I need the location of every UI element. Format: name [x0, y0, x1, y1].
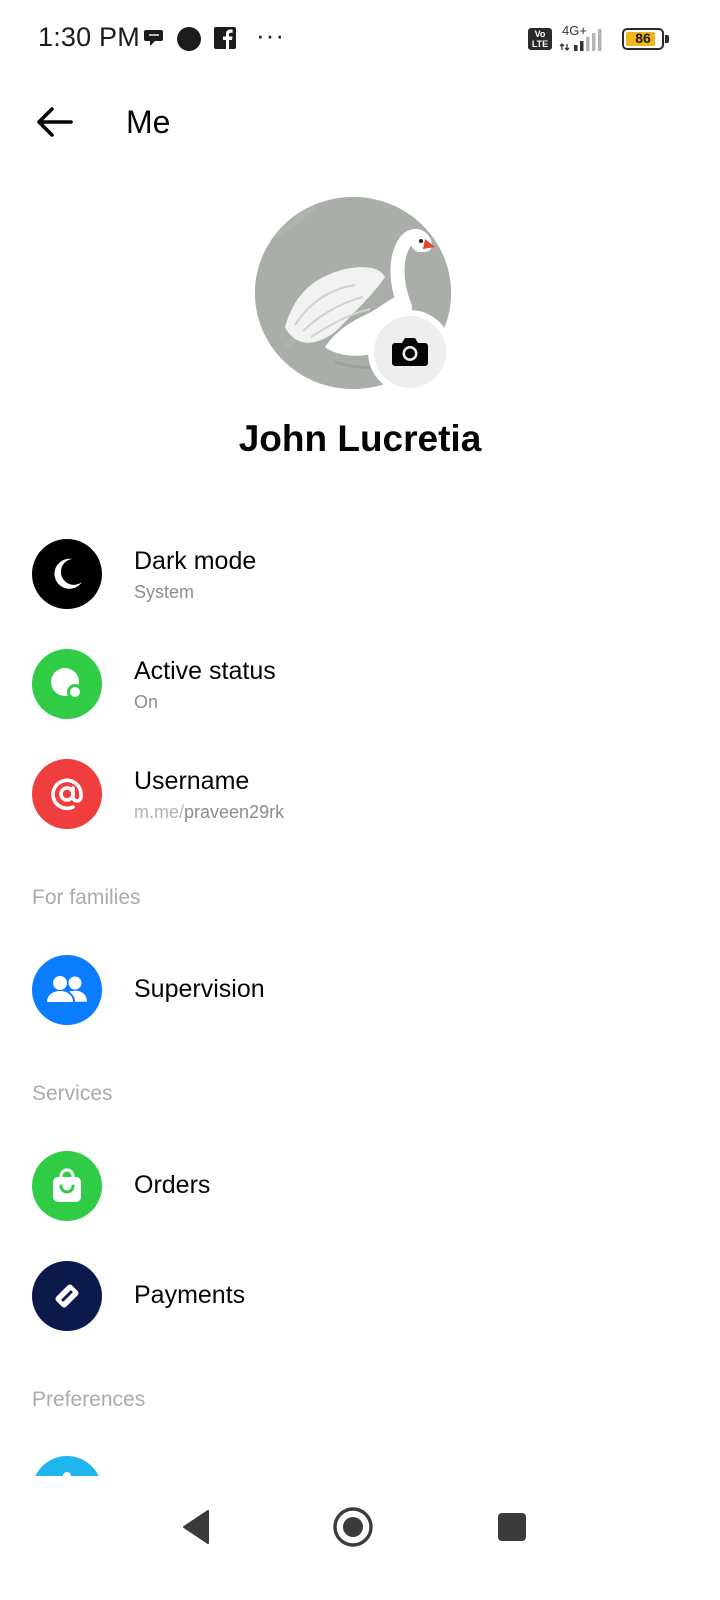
battery-label: 86 — [635, 30, 651, 46]
orders-row[interactable]: Orders — [0, 1136, 720, 1236]
nav-back-button[interactable] — [166, 1502, 226, 1552]
status-right-group: Vo LTE 4G+ 86 — [528, 22, 669, 56]
page-title: Me — [126, 104, 171, 140]
at-icon — [51, 778, 83, 811]
dark-mode-texts: Dark mode System — [134, 546, 256, 604]
volte-icon: Vo LTE — [528, 28, 552, 50]
status-bar: 1:30 PM ··· Vo LTE 4G+ 86 — [0, 0, 720, 78]
battery-icon: 86 — [622, 28, 669, 50]
section-header-preferences: Preferences — [32, 1388, 146, 1411]
back-button[interactable] — [30, 98, 80, 146]
username-value: m.me/praveen29rk — [134, 800, 284, 824]
active-status-icon — [51, 668, 83, 700]
profile-name: John Lucretia — [238, 418, 482, 459]
signal-icon: 4G+ — [558, 23, 612, 53]
payments-icon-circle — [32, 1261, 102, 1331]
section-header-services: Services — [32, 1082, 113, 1105]
payment-tag-icon — [55, 1284, 79, 1308]
username-prefix: m.me/ — [134, 802, 185, 822]
back-arrow-icon — [37, 107, 73, 137]
active-status-icon-circle — [32, 649, 102, 719]
payments-row[interactable]: Payments — [0, 1246, 720, 1346]
username-title: Username — [134, 767, 250, 795]
payments-texts: Payments — [134, 1280, 245, 1310]
username-handle: praveen29rk — [184, 802, 285, 822]
active-status-texts: Active status On — [134, 656, 276, 714]
preferences-item-icon — [63, 1472, 71, 1476]
battery-tip — [665, 35, 669, 43]
facebook-icon — [214, 27, 236, 54]
section-header-for-families: For families — [32, 886, 141, 909]
nav-home-button[interactable] — [323, 1502, 383, 1552]
more-notifications-indicator: ··· — [256, 20, 285, 50]
system-nav-bar — [0, 1478, 720, 1600]
camera-icon — [392, 338, 428, 366]
shopping-bag-icon — [53, 1168, 81, 1202]
active-status-row[interactable]: Active status On — [0, 634, 720, 734]
supervision-texts: Supervision — [134, 974, 265, 1004]
moon-icon — [54, 558, 82, 589]
change-photo-button[interactable] — [368, 310, 452, 394]
volte-label: Vo LTE — [531, 29, 549, 49]
orders-icon-circle — [32, 1151, 102, 1221]
header: Me — [0, 90, 720, 154]
username-texts: Username m.me/praveen29rk — [134, 766, 284, 824]
preferences-item-icon-circle — [32, 1456, 102, 1476]
recents-square-icon — [498, 1513, 526, 1541]
avatar-container — [255, 197, 452, 394]
active-status-title: Active status — [134, 657, 276, 685]
username-icon-circle — [32, 759, 102, 829]
people-icon — [47, 976, 87, 1002]
supervision-title: Supervision — [134, 975, 265, 1003]
orders-texts: Orders — [134, 1170, 210, 1200]
dark-mode-value: System — [134, 582, 195, 602]
dot-icon — [176, 26, 202, 57]
supervision-row[interactable]: Supervision — [0, 940, 720, 1040]
nav-recents-button[interactable] — [482, 1502, 542, 1552]
payments-title: Payments — [134, 1281, 246, 1309]
orders-title: Orders — [134, 1171, 211, 1199]
home-circle-icon — [333, 1507, 373, 1547]
preferences-partial-row[interactable] — [0, 1440, 720, 1476]
active-status-value: On — [134, 692, 159, 712]
camera-button-inner — [374, 316, 446, 388]
supervision-icon-circle — [32, 955, 102, 1025]
dark-mode-icon-circle — [32, 539, 102, 609]
username-row[interactable]: Username m.me/praveen29rk — [0, 744, 720, 844]
dark-mode-title: Dark mode — [134, 547, 257, 575]
status-time: 1:30 PM — [38, 22, 140, 52]
chat-bubble-icon — [142, 26, 166, 55]
dark-mode-row[interactable]: Dark mode System — [0, 524, 720, 624]
back-triangle-icon — [183, 1510, 209, 1544]
